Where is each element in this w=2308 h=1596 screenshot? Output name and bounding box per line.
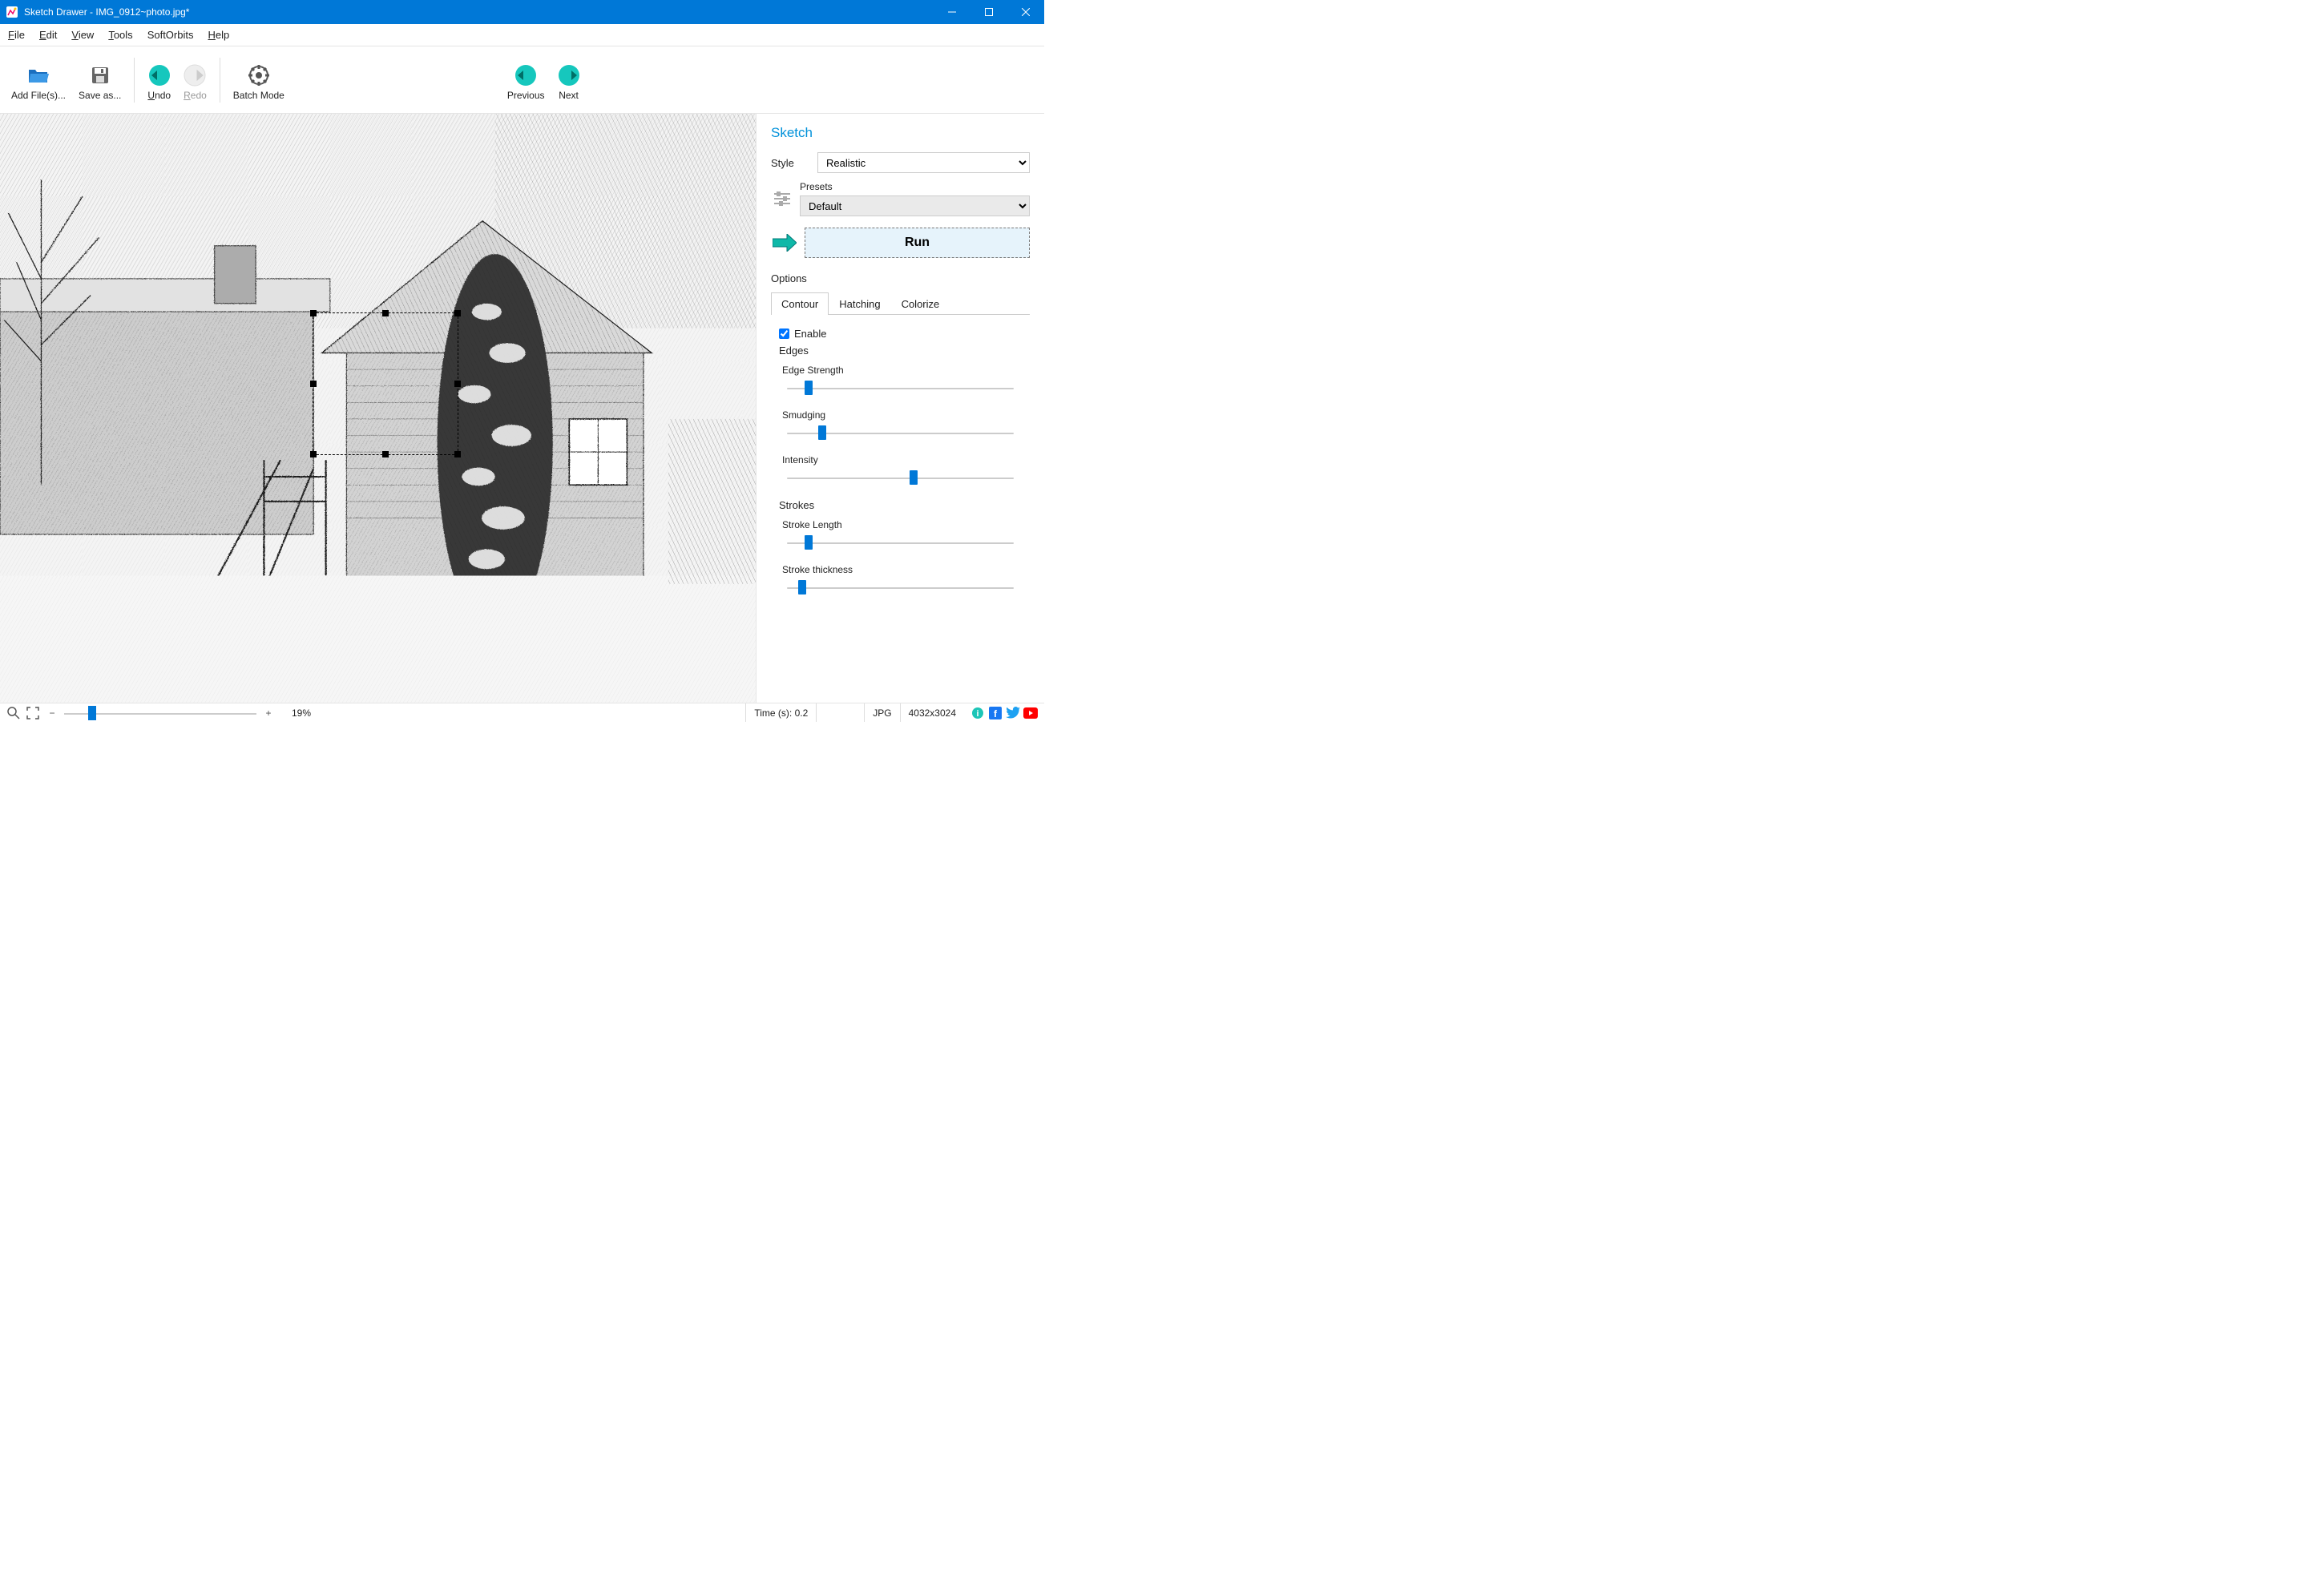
style-label: Style	[771, 157, 817, 169]
previous-button[interactable]: Previous	[501, 59, 551, 101]
options-tabs: Contour Hatching Colorize	[771, 292, 1030, 315]
edge-strength-slider[interactable]	[779, 381, 1022, 395]
stroke-thickness-label: Stroke thickness	[779, 564, 1022, 575]
stroke-length-label: Stroke Length	[779, 519, 1022, 530]
presets-label: Presets	[800, 181, 1030, 192]
redo-icon	[184, 64, 206, 87]
batch-mode-button[interactable]: Batch Mode	[227, 59, 291, 101]
menu-help[interactable]: Help	[208, 29, 229, 41]
stroke-thickness-slider[interactable]	[779, 580, 1022, 594]
options-label: Options	[771, 272, 1030, 284]
youtube-icon[interactable]	[1023, 706, 1038, 720]
menu-view[interactable]: View	[71, 29, 94, 41]
run-arrow-icon	[771, 229, 798, 256]
menu-edit[interactable]: Edit	[39, 29, 57, 41]
menu-tools[interactable]: Tools	[108, 29, 132, 41]
gear-icon	[248, 64, 270, 87]
arrow-left-icon	[514, 64, 537, 87]
add-files-button[interactable]: Add File(s)...	[5, 59, 72, 101]
statusbar: − + 19% Time (s): 0.2 JPG 4032x3024 i f	[0, 703, 1044, 722]
zoom-value: 19%	[292, 707, 311, 719]
edge-strength-label: Edge Strength	[779, 365, 1022, 376]
zoom-tool-icon[interactable]	[6, 706, 21, 720]
fit-screen-icon[interactable]	[26, 706, 40, 720]
sketch-image	[0, 114, 756, 703]
folder-open-icon	[27, 64, 50, 87]
titlebar: Sketch Drawer - IMG_0912~photo.jpg*	[0, 0, 1044, 24]
tab-hatching[interactable]: Hatching	[829, 292, 890, 315]
save-icon	[89, 64, 111, 87]
next-button[interactable]: Next	[551, 59, 587, 101]
info-icon[interactable]: i	[970, 706, 985, 720]
redo-button: Redo	[177, 59, 213, 101]
enable-checkbox[interactable]	[779, 328, 789, 339]
time-status: Time (s): 0.2	[745, 703, 816, 722]
run-button[interactable]: Run	[805, 228, 1030, 258]
zoom-out-button[interactable]: −	[45, 706, 59, 720]
style-dropdown[interactable]: Realistic	[817, 152, 1030, 173]
intensity-slider[interactable]	[779, 470, 1022, 485]
format-status: JPG	[864, 703, 899, 722]
dimensions-status: 4032x3024	[900, 703, 964, 722]
zoom-in-button[interactable]: +	[261, 706, 276, 720]
presets-icon	[771, 187, 793, 210]
sidebar: Sketch Style Realistic Presets Default R…	[756, 114, 1044, 703]
zoom-slider[interactable]	[64, 706, 256, 720]
minimize-button[interactable]	[934, 0, 970, 24]
app-icon	[5, 5, 19, 19]
tab-colorize[interactable]: Colorize	[891, 292, 950, 315]
maximize-button[interactable]	[970, 0, 1007, 24]
menu-file[interactable]: File	[8, 29, 25, 41]
stroke-length-slider[interactable]	[779, 535, 1022, 550]
arrow-right-icon	[558, 64, 580, 87]
strokes-label: Strokes	[779, 499, 1022, 511]
intensity-label: Intensity	[779, 454, 1022, 466]
smudging-slider[interactable]	[779, 425, 1022, 440]
sidebar-heading: Sketch	[771, 125, 1030, 141]
save-as-button[interactable]: Save as...	[72, 59, 127, 101]
toolbar: Add File(s)... Save as... Undo Redo Batc…	[0, 46, 1044, 114]
undo-icon	[148, 64, 171, 87]
edges-label: Edges	[779, 345, 1022, 357]
close-button[interactable]	[1007, 0, 1044, 24]
window-title: Sketch Drawer - IMG_0912~photo.jpg*	[24, 6, 189, 18]
svg-text:i: i	[976, 709, 978, 719]
enable-label: Enable	[794, 328, 826, 340]
canvas-area[interactable]	[0, 114, 756, 703]
menu-softorbits[interactable]: SoftOrbits	[147, 29, 194, 41]
smudging-label: Smudging	[779, 409, 1022, 421]
tab-contour[interactable]: Contour	[771, 292, 829, 315]
menubar: File Edit View Tools SoftOrbits Help	[0, 24, 1044, 46]
twitter-icon[interactable]	[1006, 706, 1020, 720]
undo-button[interactable]: Undo	[141, 59, 177, 101]
facebook-icon[interactable]: f	[988, 706, 1003, 720]
presets-dropdown[interactable]: Default	[800, 195, 1030, 216]
